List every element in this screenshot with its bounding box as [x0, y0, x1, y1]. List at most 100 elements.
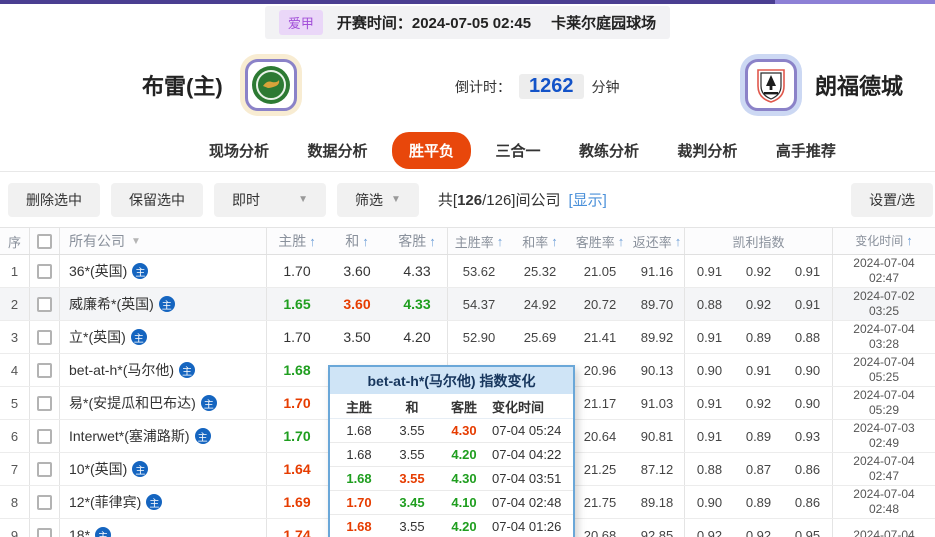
kelly-value: 0.92	[745, 263, 772, 279]
kelly-value: 0.90	[794, 362, 821, 378]
company-count-text: 共[126/126]间公司	[437, 192, 561, 209]
tab-数据分析[interactable]: 数据分析	[293, 133, 381, 168]
row-checkbox[interactable]	[37, 428, 52, 444]
company-cell[interactable]: 36*(英国) 主	[60, 255, 267, 287]
table-row[interactable]: 3 立*(英国) 主 1.70 3.50 4.20 52.90 25.69 21.41 89.92…	[0, 321, 935, 354]
tab-胜平负[interactable]: 胜平负	[391, 132, 471, 169]
header-draw-odds[interactable]: 和 ↑	[327, 228, 387, 254]
row-checkbox[interactable]	[37, 263, 52, 279]
match-info-bar: 爱甲 开赛时间：2024-07-05 02:45 卡莱尔庭园球场	[0, 4, 935, 40]
popup-body: 1.68 3.55 4.30 07-04 05:24 1.68 3.55 4.20 07-04…	[330, 419, 573, 537]
away-team-logo	[744, 59, 797, 111]
tab-三合一[interactable]: 三合一	[481, 133, 554, 168]
home-badge-icon: 主	[194, 428, 211, 444]
kelly-value: 0.90	[696, 362, 723, 378]
away-odds: 4.33	[387, 288, 448, 320]
draw-odds: 3.50	[343, 329, 371, 345]
header-company[interactable]: 所有公司 ▼	[60, 228, 267, 254]
company-name: 10*(英国)	[69, 461, 128, 477]
draw-rate: 24.92	[523, 296, 557, 312]
popup-draw-odds: 3.55	[399, 423, 425, 438]
company-cell[interactable]: 易*(安提瓜和巴布达) 主	[60, 387, 267, 419]
kelly-cell: 0.91 0.89 0.88	[685, 321, 833, 353]
row-checkbox-cell	[30, 255, 60, 287]
popup-away-odds: 4.10	[451, 495, 477, 510]
row-checkbox[interactable]	[37, 296, 52, 312]
sort-asc-icon: ↑	[429, 233, 436, 249]
tab-教练分析[interactable]: 教练分析	[565, 133, 653, 168]
kelly-cell: 0.91 0.92 0.91	[685, 255, 833, 287]
show-link[interactable]: [显示]	[568, 189, 606, 210]
change-clock: 02:48	[868, 502, 900, 516]
return-rate: 89.18	[630, 486, 685, 518]
tab-高手推荐[interactable]: 高手推荐	[762, 133, 850, 168]
header-away-rate[interactable]: 客胜率 ↑	[570, 228, 630, 254]
row-checkbox[interactable]	[37, 362, 52, 378]
row-checkbox[interactable]	[37, 395, 52, 411]
popup-home-odds: 1.68	[346, 447, 372, 462]
header-draw-rate[interactable]: 和率 ↑	[510, 228, 570, 254]
company-cell[interactable]: bet-at-h*(马尔他) 主	[60, 354, 267, 386]
kelly-value: 0.95	[794, 527, 821, 537]
table-row[interactable]: 1 36*(英国) 主 1.70 3.60 4.33 53.62 25.32 21.05 91.1…	[0, 255, 935, 288]
settings-button[interactable]: 设置/选	[851, 182, 933, 217]
change-time: 2024-07-04 02:47	[833, 453, 935, 485]
countdown: 倒计时： 1262 分钟	[455, 74, 620, 99]
header-return-rate[interactable]: 返还率 ↑	[630, 228, 685, 254]
header-home-odds[interactable]: 主胜 ↑	[267, 228, 327, 254]
company-name: 12*(菲律宾)	[69, 494, 142, 510]
tab-裁判分析[interactable]: 裁判分析	[663, 133, 751, 168]
live-dropdown[interactable]: 即时 ▼	[214, 182, 326, 217]
row-seq: 3	[0, 321, 30, 353]
company-cell[interactable]: 12*(菲律宾) 主	[60, 486, 267, 518]
row-seq: 8	[0, 486, 30, 518]
away-odds: 4.33	[387, 255, 448, 287]
tab-现场分析[interactable]: 现场分析	[195, 133, 283, 168]
change-time: 2024-07-04 02:48	[833, 486, 935, 518]
return-rate: 89.92	[630, 321, 685, 353]
keep-selected-button[interactable]: 保留选中	[111, 182, 203, 217]
company-cell[interactable]: 18* 主	[60, 519, 267, 537]
kelly-cell: 0.90 0.89 0.86	[685, 486, 833, 518]
row-checkbox-cell	[30, 486, 60, 518]
return-rate: 92.85	[630, 519, 685, 537]
tabs: 现场分析 数据分析 胜平负 三合一 教练分析 裁判分析 高手推荐	[0, 130, 935, 172]
filter-dropdown[interactable]: 筛选 ▼	[337, 182, 419, 217]
top-progress-bar	[0, 0, 935, 4]
kelly-value: 0.92	[745, 296, 772, 312]
home-odds: 1.65	[283, 296, 311, 312]
company-cell[interactable]: Interwet*(塞浦路斯) 主	[60, 420, 267, 452]
kelly-value: 0.89	[745, 494, 772, 510]
kelly-value: 0.87	[745, 461, 772, 477]
home-team-name: 布雷(主)	[142, 74, 223, 99]
row-checkbox-cell	[30, 453, 60, 485]
delete-selected-button[interactable]: 删除选中	[8, 182, 100, 217]
countdown-label: 倒计时：	[455, 78, 511, 95]
away-odds: 4.20	[387, 321, 448, 353]
popup-header-home: 主胜	[345, 399, 372, 415]
kelly-value: 0.92	[745, 527, 772, 537]
header-change-time[interactable]: 变化时间 ↑	[833, 228, 935, 254]
company-cell[interactable]: 立*(英国) 主	[60, 321, 267, 353]
header-away-odds[interactable]: 客胜 ↑	[387, 228, 448, 254]
away-crest-icon	[757, 69, 785, 103]
popup-draw-odds: 3.55	[399, 519, 425, 534]
header-home-rate[interactable]: 主胜率 ↑	[448, 228, 510, 254]
company-cell[interactable]: 威廉希*(英国) 主	[60, 288, 267, 320]
home-badge-icon: 主	[130, 329, 147, 345]
popup-row: 1.68 3.55 4.20 07-04 01:26	[330, 515, 573, 537]
company-cell[interactable]: 10*(英国) 主	[60, 453, 267, 485]
row-checkbox[interactable]	[37, 461, 52, 477]
row-checkbox[interactable]	[37, 329, 52, 345]
kelly-value: 0.89	[745, 329, 772, 345]
popup-change-time: 07-04 02:48	[492, 495, 562, 510]
select-all-checkbox[interactable]	[37, 233, 52, 249]
popup-away-odds: 4.30	[451, 471, 477, 486]
popup-home-odds: 1.68	[346, 471, 372, 486]
row-checkbox[interactable]	[37, 527, 52, 537]
table-row[interactable]: 2 威廉希*(英国) 主 1.65 3.60 4.33 54.37 24.92 20.72 89.…	[0, 288, 935, 321]
return-rate: 87.12	[630, 453, 685, 485]
change-date: 2024-07-04	[853, 355, 915, 369]
draw-rate: 25.32	[523, 263, 557, 279]
row-checkbox[interactable]	[37, 494, 52, 510]
